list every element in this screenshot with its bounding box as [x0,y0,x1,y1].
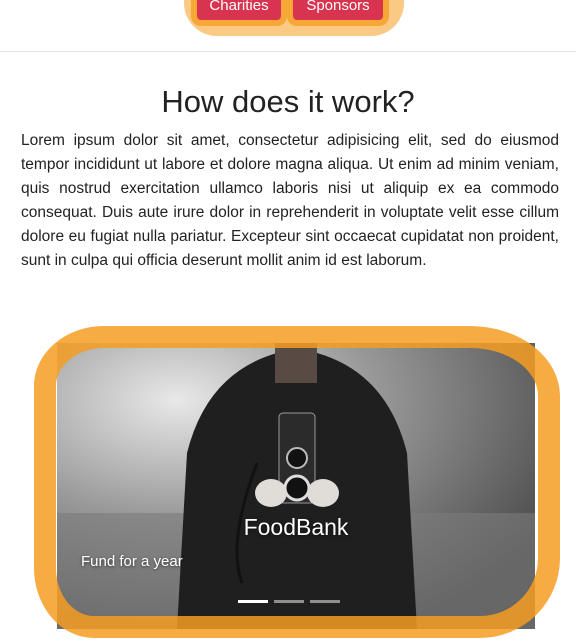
nav-charities-button[interactable]: Charities [197,0,281,20]
top-navigation: Charities Sponsors [0,0,576,52]
image-carousel[interactable]: FoodBank Fund for a year [57,343,535,629]
carousel-indicators [238,600,340,604]
slide-title: FoodBank [243,514,349,540]
page: Charities Sponsors How does it work? Lor… [0,0,576,642]
slide-caption: Fund for a year [81,553,183,570]
nav-sponsors-button[interactable]: Sponsors [293,0,383,20]
intro-paragraph: Lorem ipsum dolor sit amet, consectetur … [21,132,559,269]
carousel-indicator[interactable] [238,600,268,603]
carousel-indicator[interactable] [274,600,304,603]
carousel-photo [57,343,535,629]
carousel-indicator[interactable] [310,600,340,603]
page-heading: How does it work? [161,84,415,119]
